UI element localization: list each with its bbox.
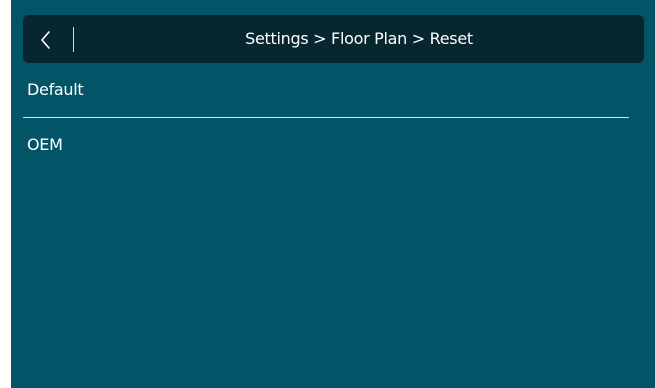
reset-options-list: Default OEM — [23, 63, 629, 172]
option-oem[interactable]: OEM — [23, 118, 629, 172]
breadcrumb: Settings > Floor Plan > Reset — [245, 29, 473, 48]
option-default[interactable]: Default — [23, 63, 629, 117]
back-button[interactable] — [23, 15, 73, 63]
header-bar: Settings > Floor Plan > Reset — [23, 15, 644, 63]
chevron-left-icon — [41, 31, 50, 49]
reset-screen: Settings > Floor Plan > Reset Default OE… — [11, 0, 655, 388]
